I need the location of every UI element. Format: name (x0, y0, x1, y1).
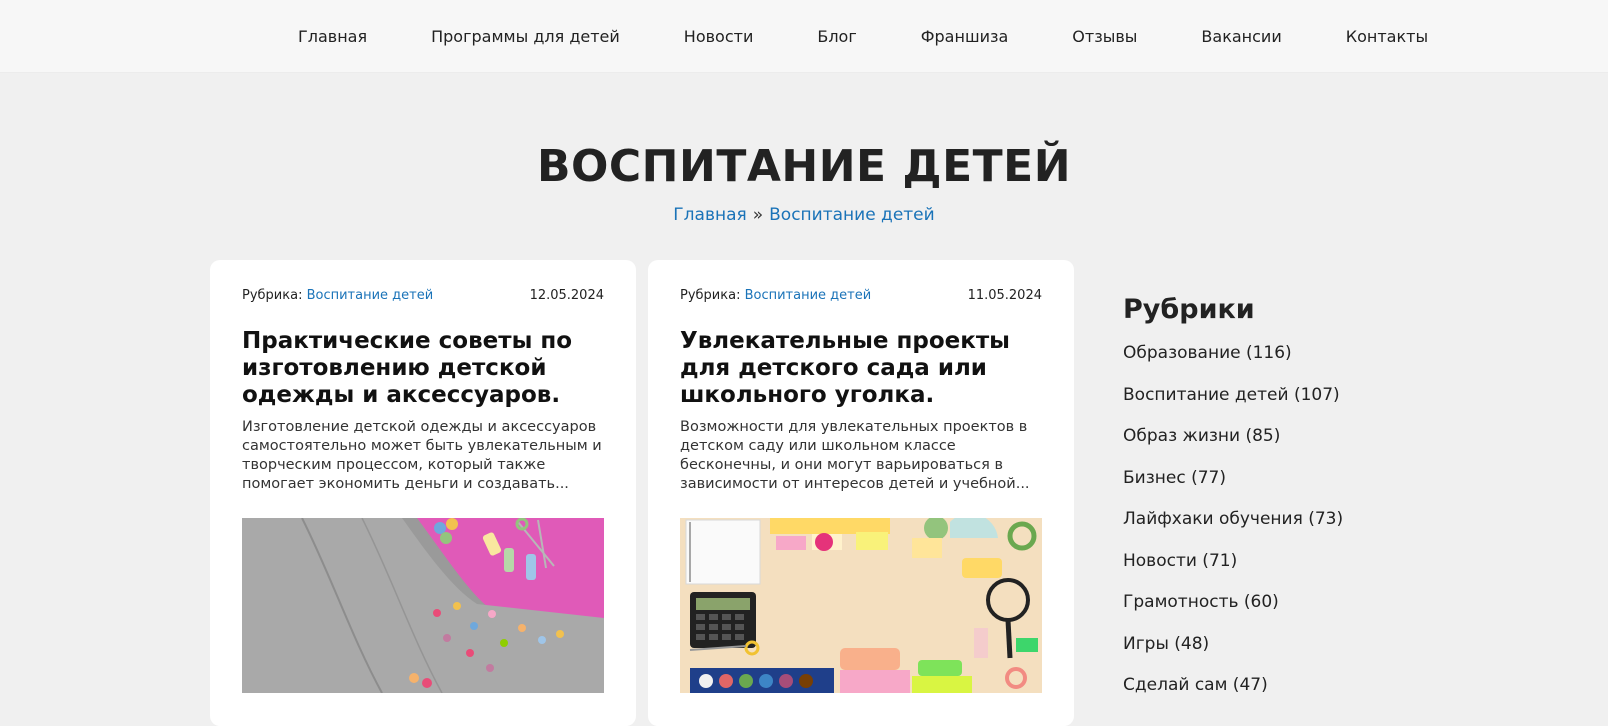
top-navigation: Главная Программы для детей Новости Блог… (0, 0, 1608, 73)
post-category: Рубрика: Воспитание детей (680, 288, 871, 303)
category-item: Грамотность (60) (1123, 592, 1453, 613)
nav-item-home[interactable]: Главная (298, 27, 367, 46)
nav-item-blog[interactable]: Блог (817, 27, 856, 46)
category-item: Бизнес (77) (1123, 468, 1453, 489)
post-thumbnail-sweater[interactable] (242, 518, 604, 693)
breadcrumb-home-link[interactable]: Главная (673, 205, 746, 225)
post-thumbnail-supplies[interactable] (680, 518, 1042, 693)
breadcrumb: Главная » Воспитание детей (0, 205, 1608, 225)
category-link-news[interactable]: Новости (71) (1123, 551, 1237, 571)
post-date: 11.05.2024 (967, 288, 1042, 303)
category-link-diy[interactable]: Сделай сам (47) (1123, 675, 1268, 695)
post-title[interactable]: Практические советы по изготовлению детс… (242, 328, 610, 409)
sweater-image (242, 518, 604, 693)
category-link-parenting[interactable]: Воспитание детей (107) (1123, 385, 1340, 405)
category-list: Образование (116) Воспитание детей (107)… (1123, 343, 1453, 696)
post-category: Рубрика: Воспитание детей (242, 288, 433, 303)
category-item: Воспитание детей (107) (1123, 385, 1453, 406)
breadcrumb-current-link[interactable]: Воспитание детей (769, 205, 935, 225)
nav-item-contacts[interactable]: Контакты (1346, 27, 1428, 46)
post-excerpt: Изготовление детской одежды и аксессуаро… (242, 419, 602, 492)
post-excerpt: Возможности для увлекательных проектов в… (680, 419, 1030, 492)
post-meta: Рубрика: Воспитание детей 12.05.2024 (242, 288, 604, 303)
post-card: Рубрика: Воспитание детей 11.05.2024 Увл… (648, 260, 1074, 726)
post-title[interactable]: Увлекательные проекты для детского сада … (680, 328, 1048, 409)
category-item: Сделай сам (47) (1123, 675, 1453, 696)
nav-item-reviews[interactable]: Отзывы (1072, 27, 1137, 46)
nav-item-kids-programs[interactable]: Программы для детей (431, 27, 620, 46)
category-link-education[interactable]: Образование (116) (1123, 343, 1292, 363)
category-item: Новости (71) (1123, 551, 1453, 572)
category-link-games[interactable]: Игры (48) (1123, 634, 1209, 654)
category-item: Образ жизни (85) (1123, 426, 1453, 447)
category-link-study-hacks[interactable]: Лайфхаки обучения (73) (1123, 509, 1343, 529)
category-link-business[interactable]: Бизнес (77) (1123, 468, 1226, 488)
sidebar-title: Рубрики (1123, 294, 1255, 325)
post-category-label: Рубрика: (680, 288, 741, 303)
category-item: Лайфхаки обучения (73) (1123, 509, 1453, 530)
post-date: 12.05.2024 (529, 288, 604, 303)
main-menu: Главная Программы для детей Новости Блог… (298, 0, 1428, 72)
post-meta: Рубрика: Воспитание детей 11.05.2024 (680, 288, 1042, 303)
breadcrumb-separator: » (752, 205, 764, 225)
post-category-label: Рубрика: (242, 288, 303, 303)
sidebar-categories: Рубрики Образование (116) Воспитание дет… (1123, 294, 1453, 717)
category-item: Игры (48) (1123, 634, 1453, 655)
school-supplies-image (680, 518, 1042, 693)
category-link-literacy[interactable]: Грамотность (60) (1123, 592, 1279, 612)
category-item: Образование (116) (1123, 343, 1453, 364)
nav-item-franchise[interactable]: Франшиза (921, 27, 1009, 46)
nav-item-vacancies[interactable]: Вакансии (1201, 27, 1281, 46)
post-card: Рубрика: Воспитание детей 12.05.2024 Пра… (210, 260, 636, 726)
page-title: ВОСПИТАНИЕ ДЕТЕЙ (536, 141, 1072, 193)
post-category-link[interactable]: Воспитание детей (307, 288, 434, 303)
nav-item-news[interactable]: Новости (684, 27, 754, 46)
post-category-link[interactable]: Воспитание детей (745, 288, 872, 303)
category-link-lifestyle[interactable]: Образ жизни (85) (1123, 426, 1280, 446)
